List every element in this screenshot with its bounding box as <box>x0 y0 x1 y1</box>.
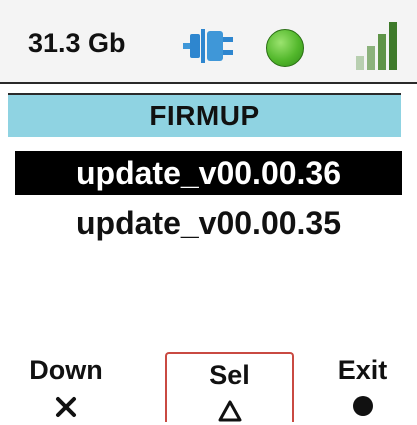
device-screen: 31.3 Gb FIRMUP update_v00.00.36 update_v… <box>0 0 417 422</box>
storage-indicator: 31.3 Gb <box>28 28 126 58</box>
circle-icon <box>352 396 373 416</box>
signal-bars-icon <box>356 22 397 70</box>
page-title: FIRMUP <box>149 100 260 131</box>
sel-label: Sel <box>209 360 250 390</box>
file-item[interactable]: update_v00.00.35 <box>15 201 402 245</box>
exit-label: Exit <box>337 355 388 385</box>
file-item-selected[interactable]: update_v00.00.36 <box>15 151 402 195</box>
triangle-icon <box>218 400 241 422</box>
status-indicator-icon <box>266 29 304 67</box>
down-label: Down <box>29 355 103 385</box>
exit-softkey[interactable]: Exit <box>320 355 405 422</box>
usb-plug-icon <box>183 29 233 63</box>
title-bar: FIRMUP <box>8 93 401 137</box>
select-softkey[interactable]: Sel <box>165 352 294 422</box>
down-softkey[interactable]: Down <box>16 355 116 422</box>
cross-icon <box>56 397 76 417</box>
status-bar: 31.3 Gb <box>0 0 417 84</box>
